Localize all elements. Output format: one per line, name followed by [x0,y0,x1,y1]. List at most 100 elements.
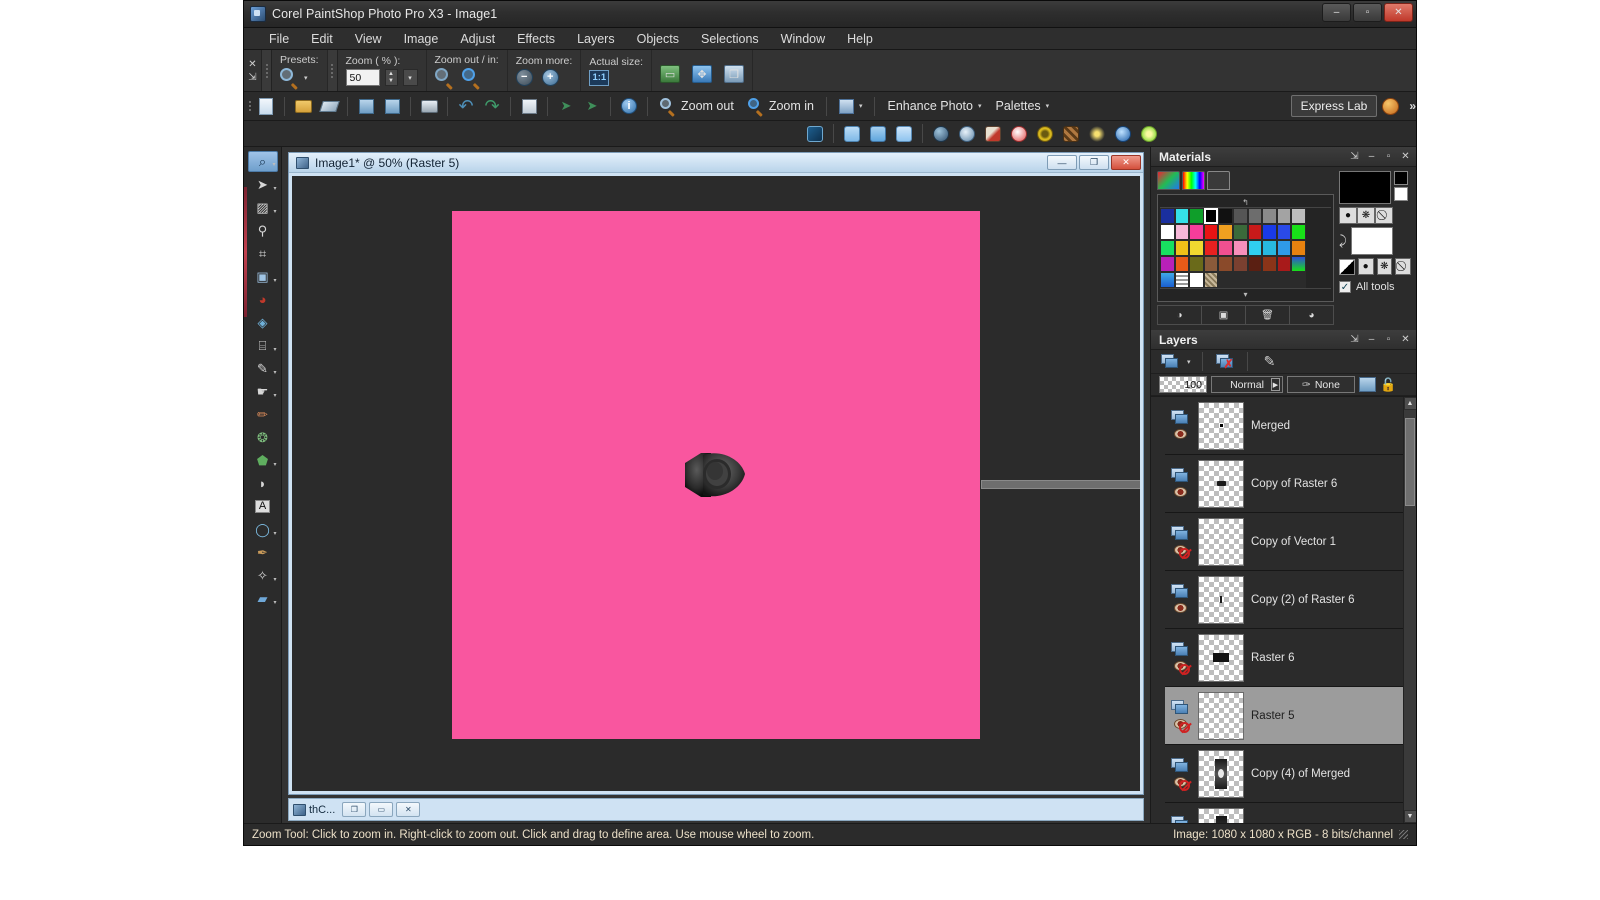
zoom-in-button[interactable]: Zoom in [741,96,821,117]
delete-layer-icon[interactable]: ✗ [1214,353,1236,371]
zoom-out-button[interactable]: Zoom out [653,96,741,117]
blue-square-1-icon[interactable] [844,125,860,142]
zoom-more-out-icon[interactable]: − [515,69,533,86]
bg-gradient-button[interactable]: ❋ [1376,258,1393,275]
presets-magnifier-icon[interactable] [280,68,299,90]
blue-square-2-icon[interactable] [870,125,886,142]
swatch[interactable] [1189,224,1204,240]
swatch[interactable] [1203,224,1219,240]
options-grip[interactable] [262,50,272,91]
warp-brush-tool[interactable]: ✧ ▾ [248,565,278,586]
swatch[interactable] [1232,240,1248,256]
layer-row[interactable]: Copy (4) of Merged [1165,803,1403,823]
swatch[interactable] [1262,208,1277,224]
document-tab-label[interactable]: thC... [309,804,335,816]
layers-close-icon[interactable]: ✕ [1399,334,1412,345]
frame-tab[interactable] [1157,171,1180,190]
dodge-tool[interactable]: ☛ ▾ [248,381,278,402]
blue-square-3-icon[interactable] [896,125,912,142]
save-icon[interactable] [353,95,379,117]
palettes-caret-icon[interactable]: ▾ [1046,102,1050,110]
info-icon[interactable]: i [616,95,642,117]
swatch[interactable] [1276,240,1292,256]
zoom-group-grip[interactable] [327,50,338,91]
scroll-thumb[interactable] [1404,418,1415,506]
open-icon[interactable] [290,95,316,117]
lock-icon[interactable]: 🔓 [1380,377,1396,393]
scratch-remover-caret-icon[interactable]: ▾ [273,369,276,376]
layer-row-selected[interactable]: Raster 5 [1165,687,1403,745]
layer-row[interactable]: Merged [1165,397,1403,455]
visibility-on-icon[interactable] [1172,602,1189,615]
swatch[interactable] [1291,256,1306,272]
swatch[interactable] [1276,224,1292,240]
visibility-off-icon[interactable] [1172,660,1190,675]
delete-btn[interactable]: 🗑 [1246,306,1290,324]
swatch[interactable] [1232,208,1248,224]
layer-row[interactable]: Raster 6 [1165,629,1403,687]
brush-stroke-icon[interactable] [985,125,1001,142]
selection-tool[interactable]: ▨ ▾ [248,197,278,218]
straighten-tool-caret-icon[interactable]: ▾ [273,277,276,284]
swatch[interactable] [1247,240,1263,256]
gold-ring-icon[interactable] [1037,125,1053,142]
fg-solid-color-button[interactable]: ● [1339,207,1357,224]
fg-gradient-button[interactable]: ❋ [1357,207,1375,224]
revert-icon[interactable]: ➤ [553,95,579,117]
bg-solid-color-button[interactable]: ● [1357,258,1374,275]
tab-minimize-button[interactable]: ▭ [369,802,394,817]
swatch[interactable] [1247,208,1263,224]
straighten-tool[interactable]: ▣ ▾ [248,266,278,287]
layer-name[interactable]: Copy of Raster 6 [1251,478,1337,490]
options-pin-icon[interactable]: ⇲ [248,72,256,83]
layer-name[interactable]: Raster 6 [1251,652,1294,664]
sunburst-icon[interactable] [1141,125,1157,142]
layer-row[interactable]: Copy of Vector 1 [1165,513,1403,571]
mesh-warp-caret-icon[interactable]: ▾ [273,599,276,606]
swatch-scroll-down[interactable]: ▾ [1160,288,1331,299]
menu-selections[interactable]: Selections [690,30,770,48]
swatch-scroll-up[interactable]: ↰ [1160,197,1331,208]
layer-row[interactable]: Copy (2) of Raster 6 [1165,571,1403,629]
layer-link-set[interactable]: ✑ None [1287,376,1355,393]
fg-small-swatch[interactable] [1394,171,1408,185]
preset-shape-caret-icon[interactable]: ▾ [273,530,276,537]
full-screen-edit-icon[interactable]: ❐ [724,65,745,83]
dropper-tool[interactable]: ⚲ [248,220,278,241]
selection-tool-caret-icon[interactable]: ▾ [273,208,276,215]
dodge-tool-caret-icon[interactable]: ▾ [273,392,276,399]
all-tools-row[interactable]: ✓ All tools [1339,281,1411,293]
swatch[interactable] [1160,272,1175,288]
copy-paste-icon[interactable] [516,95,542,117]
visibility-off-icon[interactable] [1172,776,1190,791]
materials-close-icon[interactable]: ✕ [1399,151,1412,162]
zoom-out-icon[interactable] [434,68,454,90]
layers-minimize-icon[interactable]: – [1365,334,1378,345]
fit-window-icon[interactable]: ▭ [660,65,681,83]
swatch[interactable] [1203,256,1219,272]
toolbar-overflow-icon[interactable]: » [1409,99,1416,113]
layer-properties-icon[interactable]: ✎ [1259,353,1281,371]
new-layer-caret-icon[interactable]: ▾ [1187,358,1191,366]
preset-shape-tool[interactable]: ◯ ▾ [248,519,278,540]
materials-minimize-icon[interactable]: – [1365,151,1378,162]
swatch[interactable] [1174,208,1190,224]
swatch[interactable] [1174,272,1190,288]
rainbow-tab[interactable] [1182,171,1205,190]
style-btn[interactable]: ◕ [1290,306,1333,324]
menu-edit[interactable]: Edit [300,30,344,48]
menu-view[interactable]: View [344,30,393,48]
duplicate-caret-icon[interactable]: ▾ [859,102,863,110]
materials-pin-icon[interactable]: ⇲ [1348,151,1361,162]
fg-null-button[interactable]: ⃠ [1375,207,1393,224]
visibility-off-icon[interactable] [1172,544,1190,559]
swatch[interactable] [1232,224,1248,240]
menu-layers[interactable]: Layers [566,30,626,48]
maximize-button[interactable]: ▫ [1353,3,1382,22]
layers-scrollbar[interactable]: ▲ ▼ [1403,397,1416,823]
layers-list[interactable]: Merged Copy of Raster 6 Copy of Vector 1… [1151,396,1416,823]
swatch[interactable] [1174,240,1190,256]
swap-colors-icon[interactable]: ⤸ [1339,233,1347,249]
pen-tool[interactable]: ✒ [248,542,278,563]
swatch[interactable] [1276,208,1292,224]
